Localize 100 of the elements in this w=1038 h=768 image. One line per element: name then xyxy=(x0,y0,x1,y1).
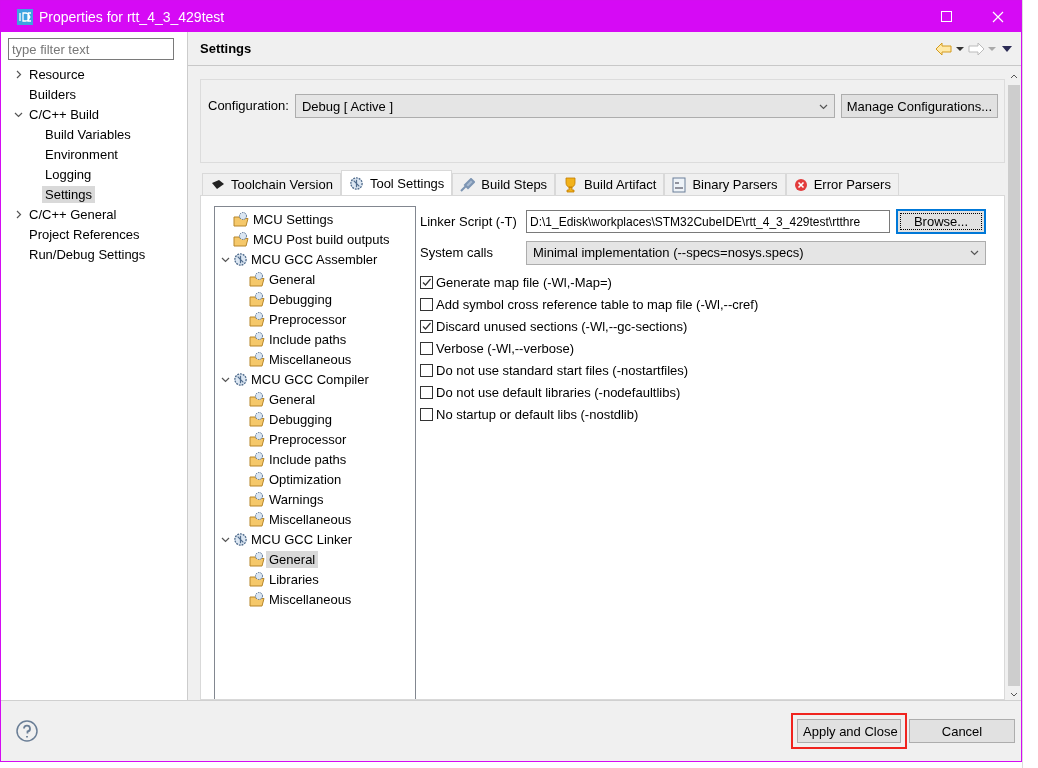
tool-tree-item[interactable]: MCU Settings xyxy=(250,210,337,228)
tool-tree-item[interactable]: Include paths xyxy=(266,330,350,348)
checkbox[interactable] xyxy=(420,407,433,421)
folder-gear-icon xyxy=(249,511,266,527)
view-menu-icon[interactable] xyxy=(999,44,1015,53)
tool-tree-item[interactable]: General xyxy=(266,550,319,568)
tab-label: Error Parsers xyxy=(813,177,891,192)
linker-script-field[interactable]: D:\1_Edisk\workplaces\STM32CubeIDE\rtt_4_3_429test\rtthre xyxy=(526,210,890,233)
option-label: Verbose (-Wl,--verbose) xyxy=(436,340,574,356)
tool-tree-item[interactable]: Optimization xyxy=(266,470,345,488)
tab-label: Tool Settings xyxy=(369,175,445,191)
tab-label: Binary Parsers xyxy=(692,177,778,192)
tab[interactable]: Binary Parsers xyxy=(664,173,786,195)
folder-gear-icon xyxy=(249,571,266,587)
folder-gear-icon xyxy=(249,411,266,427)
tool-tree-item[interactable]: General xyxy=(266,270,319,288)
checkbox[interactable] xyxy=(420,363,433,377)
nav-item[interactable]: Project References xyxy=(26,225,143,243)
tool-tree-item[interactable]: Miscellaneous xyxy=(266,590,355,608)
nav-item[interactable]: Build Variables xyxy=(42,125,134,143)
tab-label: Build Steps xyxy=(481,177,548,192)
tab-label: Toolchain Version xyxy=(231,177,333,192)
tool-tree-item[interactable]: MCU GCC Linker xyxy=(248,530,356,548)
folder-gear-icon xyxy=(249,351,266,367)
chevron-down-icon[interactable] xyxy=(970,248,979,257)
folder-gear-icon xyxy=(249,551,266,567)
option-label: Add symbol cross reference table to map file (-Wl,--cref) xyxy=(436,296,759,312)
tool-tree-item[interactable]: Miscellaneous xyxy=(266,510,355,528)
help-icon[interactable] xyxy=(16,720,38,742)
nav-item[interactable]: C/C++ General xyxy=(26,205,120,223)
page-title: Settings xyxy=(200,41,253,56)
linker-script-label: Linker Script (-T) xyxy=(420,214,518,229)
tab[interactable]: Error Parsers xyxy=(785,173,899,195)
nav-item[interactable]: Environment xyxy=(42,145,121,163)
checkbox[interactable] xyxy=(420,341,433,355)
nav-item[interactable]: Settings xyxy=(42,185,95,203)
checkbox[interactable] xyxy=(420,319,433,333)
error-icon xyxy=(793,177,808,192)
folder-gear-icon xyxy=(249,471,266,487)
folder-gear-icon xyxy=(249,271,266,287)
tab-label: Build Artifact xyxy=(584,177,657,192)
folder-gear-icon xyxy=(233,211,250,227)
option-label: No startup or default libs (-nostdlib) xyxy=(436,406,639,422)
tool-tree-item[interactable]: MCU GCC Compiler xyxy=(248,370,372,388)
tab[interactable]: Tool Settings xyxy=(340,170,453,195)
tool-tree-item[interactable]: MCU GCC Assembler xyxy=(248,250,381,268)
folder-gear-icon xyxy=(249,391,266,407)
manage-configurations-button[interactable]: Manage Configurations... xyxy=(840,94,998,118)
tool-tree-item[interactable]: Miscellaneous xyxy=(266,350,355,368)
nav-item[interactable]: C/C++ Build xyxy=(26,105,103,123)
brush-icon xyxy=(460,177,476,192)
tool-tree-item[interactable]: Preprocessor xyxy=(266,310,350,328)
configuration-label: Configuration: xyxy=(208,98,289,113)
folder-gear-icon xyxy=(249,311,266,327)
system-calls-dropdown[interactable]: Minimal implementation (--specs=nosys.specs) xyxy=(526,240,986,265)
folder-gear-icon xyxy=(249,291,266,307)
window-title: Properties for rtt_4_3_429test xyxy=(39,8,226,25)
gear-icon xyxy=(348,175,364,191)
gear-icon xyxy=(233,371,248,387)
option-label: Do not use standard start files (-nostartfiles) xyxy=(436,362,689,378)
filter-field[interactable]: type filter text xyxy=(8,38,174,60)
checkbox[interactable] xyxy=(420,275,433,289)
trophy-icon xyxy=(563,176,579,193)
gear-icon xyxy=(233,531,248,547)
option-label: Generate map file (-Wl,-Map=) xyxy=(436,274,612,290)
tool-tree-item[interactable]: Debugging xyxy=(266,290,335,308)
option-label: Do not use default libraries (-nodefaultlibs) xyxy=(436,384,681,400)
tab[interactable]: Build Artifact xyxy=(555,173,665,195)
gear-icon xyxy=(233,251,248,267)
folder-gear-icon xyxy=(249,491,266,507)
folder-gear-icon xyxy=(249,451,266,467)
tool-tree-item[interactable]: Debugging xyxy=(266,410,335,428)
dialog-button[interactable]: Apply and Close xyxy=(797,719,901,743)
system-calls-label: System calls xyxy=(420,245,494,260)
configuration-dropdown[interactable]: Debug [ Active ] xyxy=(294,94,835,118)
nav-item[interactable]: Run/Debug Settings xyxy=(26,245,149,263)
browse-button[interactable]: Browse... xyxy=(896,209,986,234)
folder-gear-icon xyxy=(249,591,266,607)
nav-item[interactable]: Resource xyxy=(26,65,88,83)
tool-tree-item[interactable]: Include paths xyxy=(266,450,350,468)
folder-gear-icon xyxy=(233,231,250,247)
document-icon xyxy=(672,176,687,193)
tool-tree-item[interactable]: General xyxy=(266,390,319,408)
nav-item[interactable]: Builders xyxy=(26,85,79,103)
dialog-button[interactable]: Cancel xyxy=(909,719,1015,743)
folder-gear-icon xyxy=(249,331,266,347)
tool-tree-item[interactable]: MCU Post build outputs xyxy=(250,230,393,248)
tab[interactable]: Toolchain Version xyxy=(202,173,341,195)
app-logo-icon xyxy=(17,8,33,25)
tool-tree-item[interactable]: Warnings xyxy=(266,490,327,508)
close-icon xyxy=(992,10,1004,23)
chip-icon xyxy=(210,178,225,191)
option-label: Discard unused sections (-Wl,--gc-sections) xyxy=(436,318,688,334)
tool-tree-item[interactable]: Preprocessor xyxy=(266,430,350,448)
checkbox[interactable] xyxy=(420,297,433,311)
nav-item[interactable]: Logging xyxy=(42,165,95,183)
tab[interactable]: Build Steps xyxy=(452,173,556,195)
maximize-icon xyxy=(940,11,952,22)
checkbox[interactable] xyxy=(420,385,433,399)
tool-tree-item[interactable]: Libraries xyxy=(266,570,322,588)
